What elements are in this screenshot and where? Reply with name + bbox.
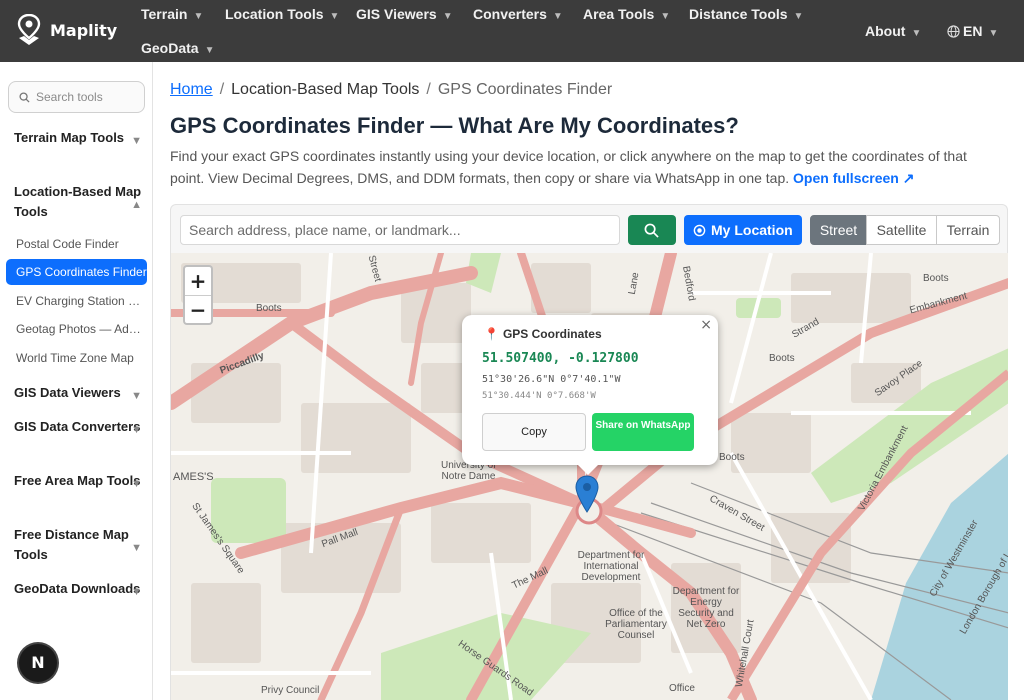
- caret-down-icon: ▼: [988, 28, 999, 39]
- sidebar-search-input[interactable]: [36, 88, 138, 106]
- page-title: GPS Coordinates Finder — What Are My Coo…: [170, 113, 739, 138]
- sidebar-section-gis-viewers[interactable]: GIS Data Viewers ▼: [14, 383, 142, 403]
- floating-n-button[interactable]: N: [19, 644, 57, 682]
- map-label: AMES'S: [173, 471, 214, 483]
- layer-terrain-button[interactable]: Terrain: [936, 215, 1000, 245]
- nav-about[interactable]: About ▼: [865, 23, 921, 39]
- sidebar-section-location[interactable]: Location-Based Map Tools ▲: [14, 182, 142, 222]
- nav-gis-viewers[interactable]: GIS Viewers ▼: [356, 6, 453, 22]
- breadcrumb-current: GPS Coordinates Finder: [437, 81, 613, 98]
- coordinates-popup: × 📍 GPS Coordinates 51.507400, -0.127800 …: [462, 315, 718, 475]
- sidebar: Terrain Map Tools▼ Location-Based Map To…: [0, 62, 153, 700]
- sidebar-item-ev-charging[interactable]: EV Charging Station Finder: [16, 294, 142, 308]
- my-location-button[interactable]: My Location: [684, 215, 802, 245]
- sidebar-item-gps-coordinates[interactable]: GPS Coordinates Finder: [6, 259, 147, 285]
- sidebar-search[interactable]: [8, 81, 145, 113]
- popup-title: 📍 GPS Coordinates: [484, 327, 602, 341]
- caret-down-icon: ▼: [552, 11, 563, 22]
- sidebar-section-terrain[interactable]: Terrain Map Tools ▼: [14, 128, 142, 148]
- map-label: Department for International Development: [577, 550, 645, 583]
- zoom-control: + −: [183, 265, 213, 325]
- page-description: Find your exact GPS coordinates instantl…: [170, 148, 967, 186]
- map-label: Office: [669, 683, 695, 694]
- map-pin-logo-icon: [17, 14, 41, 45]
- language-selector[interactable]: EN ▼: [947, 23, 998, 39]
- locate-icon: [693, 224, 706, 237]
- sidebar-item-world-time-zone[interactable]: World Time Zone Map: [16, 351, 142, 365]
- search-button[interactable]: [628, 215, 676, 245]
- ddm-value: 51°30.444'N 0°7.668'W: [482, 391, 596, 401]
- map-toolbar: My Location Street Satellite Terrain: [170, 204, 1008, 254]
- brand-name: Maplity: [50, 20, 118, 40]
- map-label: Privy Council: [261, 685, 320, 696]
- close-icon[interactable]: ×: [700, 317, 712, 333]
- chevron-down-icon: ▼: [131, 586, 142, 598]
- search-icon: [19, 92, 30, 103]
- caret-down-icon: ▼: [911, 28, 922, 39]
- layer-street-button[interactable]: Street: [810, 215, 867, 245]
- zoom-in-button[interactable]: +: [185, 267, 211, 295]
- caret-down-icon: ▼: [793, 11, 804, 22]
- caret-down-icon: ▼: [329, 11, 340, 22]
- nav-terrain[interactable]: Terrain ▼: [141, 6, 203, 22]
- popup-tail: [577, 464, 599, 475]
- map-label: Boots: [719, 452, 745, 463]
- open-fullscreen-link[interactable]: Open fullscreen ↗: [793, 170, 914, 186]
- chevron-down-icon: ▼: [131, 135, 142, 147]
- nav-converters[interactable]: Converters ▼: [473, 6, 563, 22]
- caret-down-icon: ▼: [193, 11, 204, 22]
- share-whatsapp-button[interactable]: Share on WhatsApp: [592, 413, 694, 451]
- chevron-down-icon: ▼: [131, 542, 142, 554]
- nav-distance-tools[interactable]: Distance Tools ▼: [689, 6, 803, 22]
- breadcrumb: Home / Location-Based Map Tools / GPS Coordi…: [170, 81, 613, 98]
- map-label: Boots: [923, 273, 949, 284]
- map-label: Boots: [256, 303, 282, 314]
- breadcrumb-section[interactable]: Location-Based Map Tools: [231, 81, 419, 98]
- map-label: Boots: [769, 353, 795, 364]
- map-canvas[interactable]: Boots Boots Boots Boots Piccadilly Pall …: [170, 253, 1008, 700]
- caret-down-icon: ▼: [204, 45, 215, 56]
- nav-area-tools[interactable]: Area Tools ▼: [583, 6, 670, 22]
- chevron-down-icon: ▼: [131, 390, 142, 402]
- nav-geodata[interactable]: GeoData ▼: [141, 40, 214, 56]
- decimal-degrees-value: 51.507400, -0.127800: [482, 351, 639, 366]
- map-marker-icon[interactable]: [575, 475, 599, 513]
- globe-icon: [947, 25, 960, 38]
- sidebar-section-distance-tools[interactable]: Free Distance Map Tools ▼: [14, 525, 142, 565]
- nav-location-tools[interactable]: Location Tools ▼: [225, 6, 339, 22]
- map-label: Office of the Parliamentary Counsel: [605, 608, 667, 641]
- zoom-out-button[interactable]: −: [185, 295, 211, 323]
- chevron-down-icon: ▼: [131, 424, 142, 436]
- layer-satellite-button[interactable]: Satellite: [866, 215, 937, 245]
- caret-down-icon: ▼: [442, 11, 453, 22]
- chevron-down-icon: ▼: [131, 478, 142, 490]
- sidebar-section-geodata[interactable]: GeoData Downloads ▼: [14, 579, 142, 599]
- top-navbar: Maplity Terrain ▼ Location Tools ▼ GIS Vie…: [0, 0, 1024, 62]
- copy-button[interactable]: Copy: [482, 413, 586, 451]
- address-search-input[interactable]: [180, 215, 620, 245]
- chevron-up-icon: ▲: [131, 199, 142, 211]
- sidebar-item-postal-code[interactable]: Postal Code Finder: [16, 237, 142, 251]
- map-label: Department for Energy Security and Net Z…: [672, 586, 740, 630]
- sidebar-item-geotag-photos[interactable]: Geotag Photos — Add GPS: [16, 322, 142, 336]
- caret-down-icon: ▼: [660, 11, 671, 22]
- search-icon: [644, 223, 659, 238]
- breadcrumb-home-link[interactable]: Home: [170, 81, 213, 98]
- sidebar-section-gis-converters[interactable]: GIS Data Converters ▼: [14, 417, 142, 437]
- sidebar-section-area-tools[interactable]: Free Area Map Tools ▼: [14, 471, 142, 491]
- brand-logo[interactable]: Maplity: [16, 14, 117, 46]
- dms-value: 51°30'26.6"N 0°7'40.1"W: [482, 374, 621, 385]
- pushpin-icon: 📍: [484, 327, 499, 341]
